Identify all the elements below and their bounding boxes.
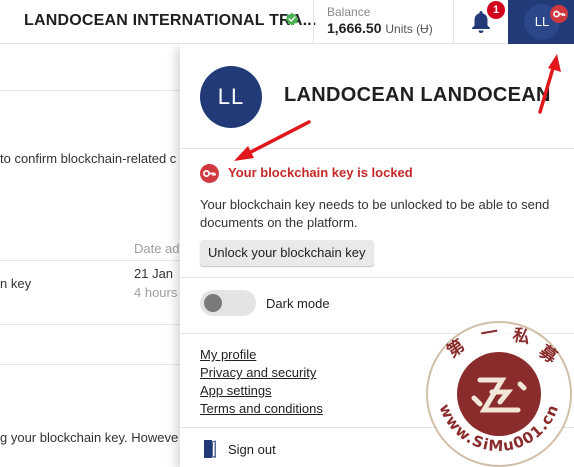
background-text: g your blockchain key. Howeve xyxy=(0,430,179,445)
privacy-security-link[interactable]: Privacy and security xyxy=(200,365,316,380)
balance-value: 1,666.50 Units (Ʉ) xyxy=(327,20,433,36)
divider xyxy=(180,148,574,149)
divider xyxy=(180,277,574,278)
profile-avatar: LL xyxy=(200,66,262,128)
app-settings-link[interactable]: App settings xyxy=(200,383,272,398)
sign-out-button[interactable]: Sign out xyxy=(228,442,276,457)
my-profile-link[interactable]: My profile xyxy=(200,347,256,362)
row-label: n key xyxy=(0,276,32,291)
verified-check-icon xyxy=(285,12,299,26)
profile-name: LANDOCEAN LANDOCEAN xyxy=(284,84,551,106)
balance-label: Balance xyxy=(327,5,371,19)
unlock-key-button[interactable]: Unlock your blockchain key xyxy=(200,240,374,266)
balance-amount: 1,666.50 xyxy=(327,20,382,36)
background-page: to confirm blockchain-related c Date ad … xyxy=(0,44,180,467)
notification-badge: 1 xyxy=(487,1,505,19)
key-icon xyxy=(203,170,216,177)
key-locked-icon xyxy=(200,164,219,183)
key-locked-title: Your blockchain key is locked xyxy=(228,165,413,180)
row-age: 4 hours xyxy=(134,285,178,300)
key-locked-description: Your blockchain key needs to be unlocked… xyxy=(200,197,550,230)
divider xyxy=(0,364,180,365)
balance-units: Units (Ʉ) xyxy=(385,22,433,36)
divider xyxy=(453,0,454,44)
sign-out-icon[interactable] xyxy=(203,439,219,459)
seal-char-2: 一 xyxy=(479,322,499,345)
row-date: 21 Jan xyxy=(134,266,174,281)
divider xyxy=(0,324,180,325)
divider xyxy=(0,90,180,91)
key-locked-indicator xyxy=(550,5,568,23)
company-name[interactable]: LANDOCEAN INTERNATIONAL TRA... xyxy=(24,12,317,30)
dark-mode-toggle-knob[interactable] xyxy=(204,294,222,312)
divider xyxy=(313,0,314,44)
divider xyxy=(0,260,180,261)
watermark-seal: 第 一 私 募 www.SiMu001.cn xyxy=(426,321,572,467)
dark-mode-label: Dark mode xyxy=(266,296,330,311)
background-text: to confirm blockchain-related c xyxy=(0,151,177,166)
key-icon xyxy=(553,10,566,18)
date-added-column-header: Date ad xyxy=(134,241,180,256)
top-bar: LANDOCEAN INTERNATIONAL TRA... Balance 1… xyxy=(0,0,574,44)
terms-conditions-link[interactable]: Terms and conditions xyxy=(200,401,323,416)
